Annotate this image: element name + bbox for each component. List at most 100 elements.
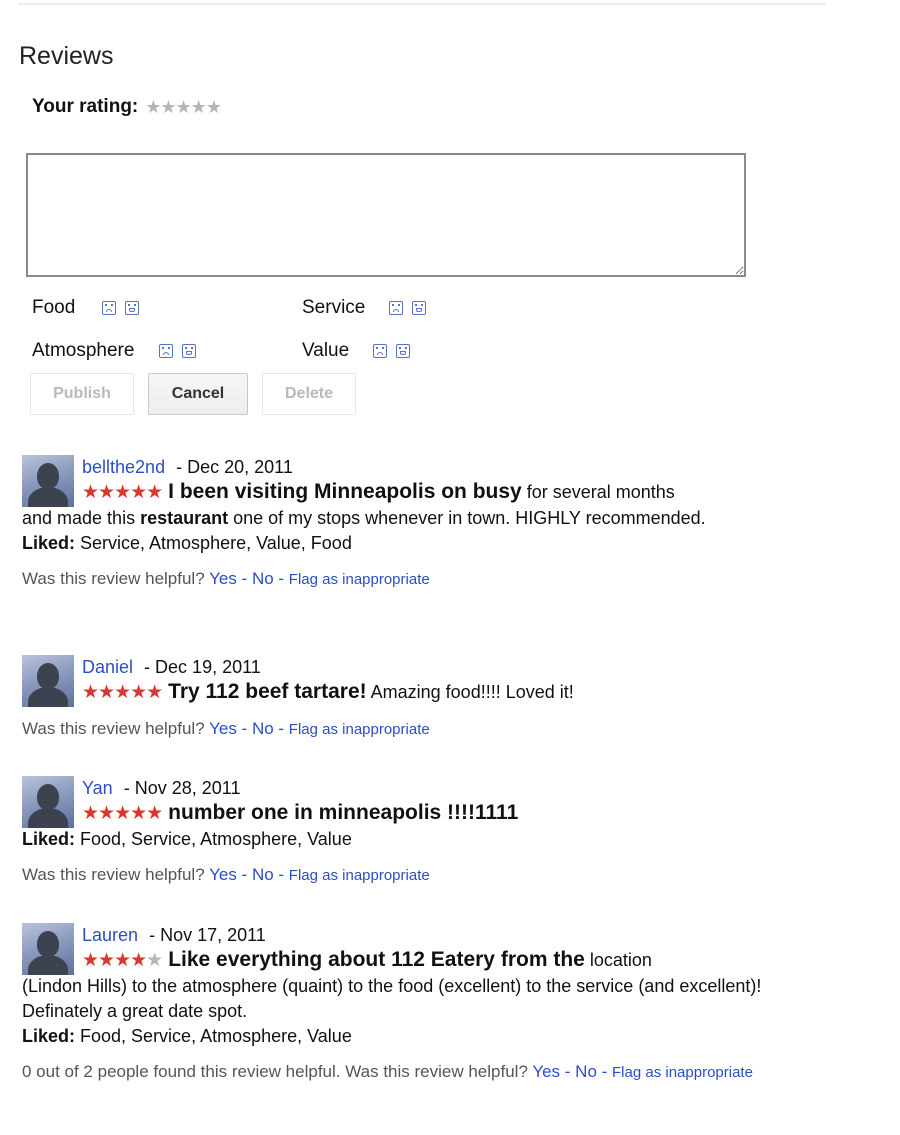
review-item: bellthe2nd - Dec 20, 2011 ★★★★★ I been vi… (22, 455, 822, 592)
separator: - (596, 1062, 613, 1081)
helpful-no-link[interactable]: No (252, 719, 274, 738)
review-body: (Lindon Hills) to the atmosphere (quaint… (22, 976, 762, 1021)
flag-link[interactable]: Flag as inappropriate (612, 1064, 753, 1081)
avatar[interactable] (22, 455, 74, 507)
review-item: Daniel - Dec 19, 2011 ★★★★★ Try 112 beef … (22, 655, 822, 742)
delete-button[interactable]: Delete (262, 373, 356, 415)
like-face-icon[interactable] (412, 301, 427, 315)
your-rating-label: Your rating: (32, 96, 139, 117)
helpful-yes-link[interactable]: Yes (532, 1062, 560, 1081)
stars-filled: ★★★★★ (82, 803, 163, 824)
helpful-question: Was this review helpful? (345, 1062, 528, 1081)
star-rating: ★★★★★ (82, 803, 163, 824)
author-link[interactable]: bellthe2nd (82, 457, 165, 477)
category-label: Atmosphere (32, 340, 135, 361)
liked-line: Liked: Service, Atmosphere, Value, Food (22, 531, 822, 556)
category-value: Value (302, 340, 411, 362)
helpful-line: Was this review helpful? Yes - No - Flag… (22, 862, 822, 888)
helpful-no-link[interactable]: No (575, 1062, 597, 1081)
avatar[interactable] (22, 776, 74, 828)
helpful-yes-link[interactable]: Yes (209, 865, 237, 884)
like-face-icon[interactable] (182, 344, 197, 358)
flag-link[interactable]: Flag as inappropriate (289, 721, 430, 738)
review-date: - Dec 20, 2011 (176, 457, 293, 477)
star-rating: ★★★★★ (82, 682, 163, 703)
review-body-text: and made this (22, 508, 141, 528)
category-atmosphere: Atmosphere (32, 340, 197, 362)
review-header: bellthe2nd - Dec 20, 2011 (82, 455, 822, 479)
liked-label: Liked: (22, 533, 76, 553)
top-divider (18, 3, 826, 5)
flag-link[interactable]: Flag as inappropriate (289, 571, 430, 588)
liked-label: Liked: (22, 829, 76, 849)
dislike-face-icon[interactable] (102, 301, 117, 315)
review-title: I been visiting Minneapolis on busy (168, 480, 522, 503)
author-link[interactable]: Lauren (82, 925, 138, 945)
category-service: Service (302, 297, 427, 319)
review-textarea[interactable] (26, 153, 746, 277)
review-body-highlight: restaurant (140, 508, 229, 528)
helpful-line: Was this review helpful? Yes - No - Flag… (22, 566, 822, 592)
like-face-icon[interactable] (125, 301, 140, 315)
category-label: Value (302, 340, 350, 361)
separator: - (273, 569, 289, 588)
category-food: Food (32, 297, 140, 319)
flag-link[interactable]: Flag as inappropriate (289, 867, 430, 884)
cancel-button[interactable]: Cancel (148, 373, 248, 415)
liked-line: Liked: Food, Service, Atmosphere, Value (22, 827, 822, 852)
separator: - (236, 865, 252, 884)
author-link[interactable]: Daniel (82, 657, 133, 677)
review-line: ★★★★★ I been visiting Minneapolis on busy… (82, 479, 822, 506)
separator: - (236, 569, 252, 588)
review-title: Try 112 beef tartare! (168, 680, 367, 703)
helpful-line: 0 out of 2 people found this review help… (22, 1059, 822, 1085)
liked-values: Food, Service, Atmosphere, Value (75, 829, 352, 849)
avatar[interactable] (22, 923, 74, 975)
helpful-no-link[interactable]: No (252, 865, 274, 884)
review-date: - Nov 17, 2011 (149, 925, 266, 945)
separator: - (560, 1062, 576, 1081)
helpful-yes-link[interactable]: Yes (209, 719, 237, 738)
stars-filled: ★★★★ (82, 950, 147, 971)
helpful-question: Was this review helpful? (22, 719, 205, 738)
review-header: Lauren - Nov 17, 2011 (82, 923, 822, 947)
helpful-yes-link[interactable]: Yes (209, 569, 237, 588)
your-rating: Your rating: ★★★★★ (32, 96, 222, 118)
dislike-face-icon[interactable] (159, 344, 174, 358)
liked-line: Liked: Food, Service, Atmosphere, Value (22, 1024, 822, 1049)
review-snippet: for several months (521, 482, 675, 502)
review-title: number one in minneapolis !!!!1111 (168, 801, 519, 824)
helpful-no-link[interactable]: No (252, 569, 274, 588)
liked-label: Liked: (22, 1026, 76, 1046)
helpful-count: 0 out of 2 people found this review help… (22, 1062, 341, 1081)
review-header: Daniel - Dec 19, 2011 (82, 655, 822, 679)
publish-button[interactable]: Publish (30, 373, 134, 415)
author-link[interactable]: Yan (82, 778, 113, 798)
review-title: Like everything about 112 Eatery from th… (168, 948, 585, 971)
review-item: Yan - Nov 28, 2011 ★★★★★ number one in mi… (22, 776, 822, 888)
helpful-line: Was this review helpful? Yes - No - Flag… (22, 716, 822, 742)
review-header: Yan - Nov 28, 2011 (82, 776, 822, 800)
category-label: Service (302, 297, 366, 318)
liked-values: Service, Atmosphere, Value, Food (75, 533, 352, 553)
review-date: - Dec 19, 2011 (144, 657, 261, 677)
dislike-face-icon[interactable] (389, 301, 404, 315)
your-rating-stars[interactable]: ★★★★★ (145, 97, 222, 118)
liked-values: Food, Service, Atmosphere, Value (75, 1026, 352, 1046)
stars-empty: ★ (146, 950, 163, 971)
review-date: - Nov 28, 2011 (123, 778, 241, 798)
separator: - (273, 719, 289, 738)
separator: - (273, 865, 289, 884)
review-snippet: Amazing food!!!! Loved it! (366, 682, 574, 702)
review-line: ★★★★★ number one in minneapolis !!!!1111 (82, 800, 822, 827)
review-line: ★★★★★ Like everything about 112 Eatery fr… (82, 947, 822, 974)
stars-filled: ★★★★★ (82, 482, 163, 503)
reviews-heading: Reviews (19, 42, 114, 70)
like-face-icon[interactable] (396, 344, 411, 358)
avatar[interactable] (22, 655, 74, 707)
review-snippet: location (584, 950, 652, 970)
stars-filled: ★★★★★ (82, 682, 163, 703)
separator: - (236, 719, 252, 738)
review-item: Lauren - Nov 17, 2011 ★★★★★ Like everythi… (22, 923, 822, 1085)
dislike-face-icon[interactable] (373, 344, 388, 358)
